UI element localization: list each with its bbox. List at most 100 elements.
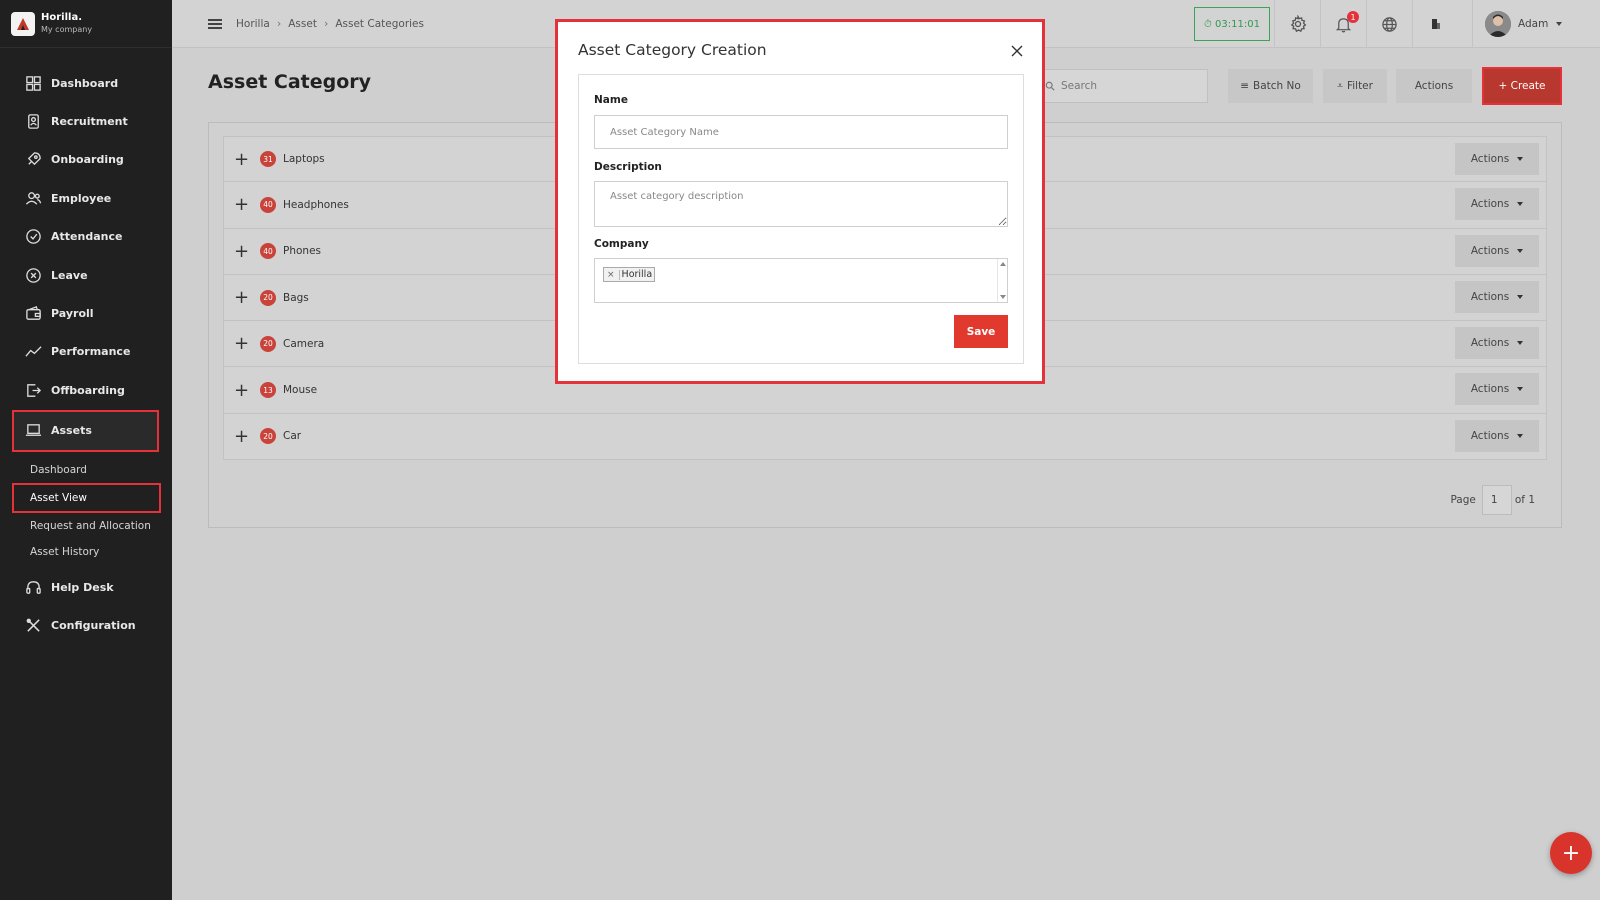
scrollbar[interactable] [997, 259, 1007, 302]
sidebar-item-performance[interactable]: Performance [0, 333, 172, 371]
row-actions-button[interactable]: Actions [1455, 327, 1539, 360]
table-row[interactable]: + 20 Car Actions [223, 413, 1547, 461]
pagination: Page 1 of 1 [1450, 485, 1535, 515]
expand-plus-icon[interactable]: + [234, 287, 249, 308]
hamburger-menu-icon[interactable] [208, 17, 222, 31]
breadcrumb-horilla[interactable]: Horilla [236, 18, 270, 30]
sidebar-item-payroll[interactable]: Payroll [0, 294, 172, 332]
sidebar-item-assets[interactable]: Assets [12, 409, 159, 452]
company-chip-label: Horilla [621, 269, 653, 280]
page-label: Page [1450, 494, 1476, 506]
search-icon [1045, 81, 1055, 91]
language-globe-icon[interactable] [1366, 0, 1412, 48]
sidebar-item-dashboard[interactable]: Dashboard [0, 64, 172, 102]
caret-down-icon [1517, 157, 1524, 161]
caret-down-icon [1517, 387, 1524, 392]
sidebar-item-configuration[interactable]: Configuration [0, 607, 172, 645]
sidebar-item-label: Recruitment [51, 115, 128, 129]
exit-icon [27, 383, 42, 397]
breadcrumb-asset[interactable]: Asset [288, 18, 317, 30]
row-actions-button[interactable]: Actions [1455, 280, 1539, 313]
rocket-icon [27, 152, 41, 166]
submenu-item-request-allocation[interactable]: Request and Allocation [0, 513, 172, 539]
recruitment-icon [28, 114, 39, 129]
brand-name: Horilla. [41, 11, 83, 23]
category-name-input[interactable] [594, 115, 1008, 149]
row-actions-label: Actions [1470, 383, 1510, 396]
row-actions-label: Actions [1470, 244, 1510, 257]
breadcrumb-asset-categories: Asset Categories [335, 17, 424, 30]
expand-plus-icon[interactable]: + [234, 149, 249, 170]
row-actions-button[interactable]: Actions [1455, 234, 1539, 267]
sidebar: Horilla. My company Dashboard Recruitmen… [0, 0, 172, 900]
create-button[interactable]: + Create [1482, 67, 1562, 105]
category-count-badge: 31 [260, 151, 276, 168]
sidebar-item-employee[interactable]: Employee [0, 179, 172, 217]
row-actions-button[interactable]: Actions [1455, 188, 1539, 221]
filter-button[interactable]: ⩡ Filter [1323, 69, 1387, 103]
category-count-badge: 20 [260, 428, 276, 445]
row-actions-label: Actions [1470, 153, 1510, 165]
brand[interactable]: Horilla. My company [0, 0, 172, 48]
headset-icon [26, 581, 41, 594]
user-name: Adam [1518, 18, 1549, 30]
sidebar-item-onboarding[interactable]: Onboarding [0, 141, 172, 179]
submenu-item-asset-history[interactable]: Asset History [0, 539, 172, 565]
category-count-badge: 20 [260, 335, 276, 352]
close-icon[interactable] [1010, 44, 1026, 60]
name-label: Name [594, 94, 628, 106]
sidebar-item-offboarding[interactable]: Offboarding [0, 371, 172, 409]
save-button[interactable]: Save [954, 315, 1008, 348]
description-textarea[interactable] [594, 181, 1008, 227]
notification-bell-icon[interactable]: 1 [1320, 0, 1366, 48]
employee-icon [25, 192, 42, 205]
row-actions-label: Actions [1470, 337, 1510, 350]
company-label: Company [594, 238, 649, 250]
company-multiselect[interactable]: × Horilla [594, 258, 1008, 303]
expand-plus-icon[interactable]: + [234, 241, 249, 262]
row-actions-button[interactable]: Actions [1455, 373, 1539, 406]
attendance-timer-button[interactable]: ⏱ 03:11:01 [1194, 7, 1270, 41]
company-building-icon[interactable] [1412, 0, 1458, 48]
sidebar-item-help-desk[interactable]: Help Desk [0, 568, 172, 606]
sidebar-item-label: Offboarding [51, 383, 125, 397]
row-actions-button[interactable]: Actions [1455, 143, 1539, 175]
quick-add-button[interactable]: + [1550, 832, 1592, 874]
category-name: Phones [283, 245, 321, 258]
row-actions-label: Actions [1470, 290, 1510, 303]
category-name: Car [283, 430, 302, 443]
sidebar-item-label: Configuration [51, 619, 136, 633]
expand-plus-icon[interactable]: + [234, 380, 249, 401]
notification-count-badge: 1 [1347, 11, 1359, 23]
submenu-item-dashboard[interactable]: Dashboard [0, 458, 172, 484]
sidebar-item-leave[interactable]: Leave [0, 256, 172, 294]
search-input[interactable]: Search [1040, 69, 1208, 103]
actions-button[interactable]: Actions [1396, 69, 1472, 103]
remove-chip-icon[interactable]: × [604, 269, 620, 280]
user-menu[interactable]: Adam [1472, 0, 1563, 48]
avatar [1485, 11, 1511, 37]
expand-plus-icon[interactable]: + [234, 426, 249, 447]
expand-plus-icon[interactable]: + [234, 333, 249, 354]
modal-form: Name Description Company × Horilla Save [578, 74, 1024, 364]
category-count-badge: 40 [260, 196, 276, 213]
expand-plus-icon[interactable]: + [234, 194, 249, 215]
filter-label: Filter [1346, 80, 1373, 92]
sidebar-item-attendance[interactable]: Attendance [0, 218, 172, 256]
batch-no-label: Batch No [1253, 80, 1301, 92]
sidebar-item-label: Attendance [51, 230, 123, 244]
batch-no-button[interactable]: ≡ Batch No [1228, 69, 1313, 103]
submenu-item-asset-view[interactable]: Asset View [12, 483, 161, 514]
category-name: Mouse [283, 384, 318, 397]
list-icon: ≡ [1240, 80, 1249, 92]
asset-category-modal: Asset Category Creation Name Description… [555, 19, 1045, 384]
brand-subtitle: My company [41, 24, 93, 34]
row-actions-button[interactable]: Actions [1455, 419, 1539, 452]
actions-label: Actions [1414, 80, 1454, 92]
settings-gear-icon[interactable] [1274, 0, 1320, 48]
caret-down-icon [1517, 433, 1524, 438]
row-actions-label: Actions [1470, 198, 1510, 211]
laptop-icon [25, 424, 42, 436]
page-number-input[interactable]: 1 [1481, 485, 1512, 515]
sidebar-item-recruitment[interactable]: Recruitment [0, 102, 172, 140]
